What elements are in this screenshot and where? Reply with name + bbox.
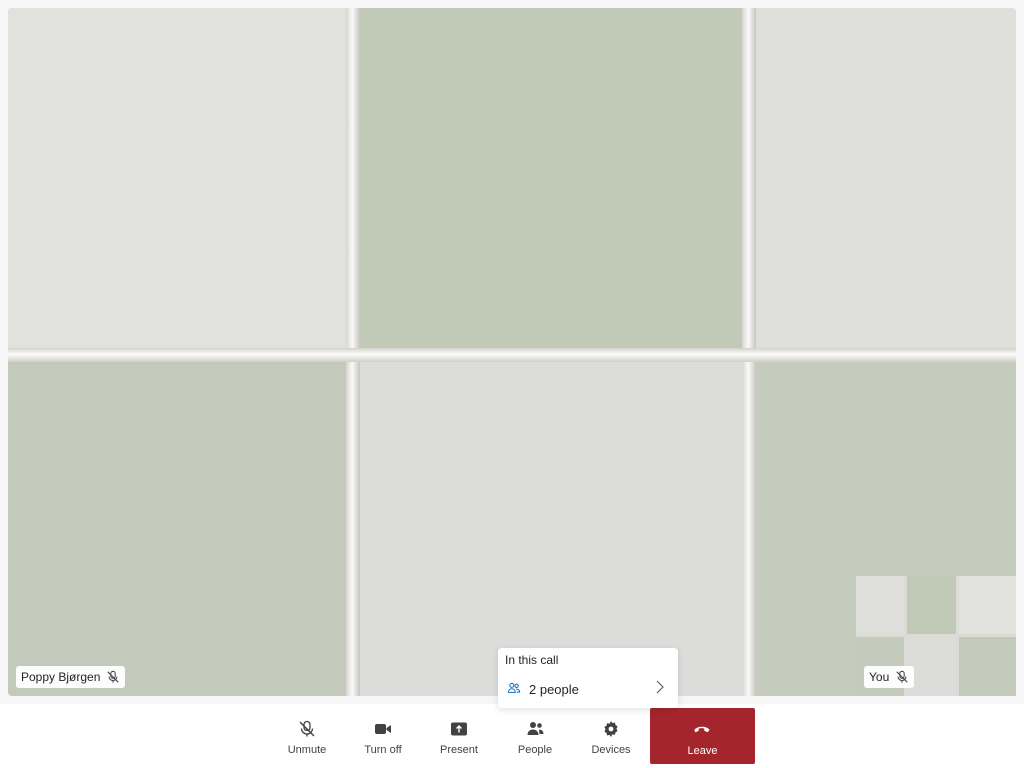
video-tile [907,637,956,696]
video-tile [360,8,746,352]
camera-toggle-button[interactable]: Turn off [345,708,421,764]
leave-label: Leave [687,745,718,757]
mic-off-icon [896,670,908,683]
leave-button[interactable]: Leave [650,708,755,764]
video-tile [856,576,904,634]
self-name: You [869,670,890,684]
popup-title: In this call [505,653,559,667]
present-label: Present [440,744,478,756]
mic-off-icon [107,670,120,683]
participant-name: Poppy Bjørgen [21,670,101,684]
people-label: People [517,744,553,756]
devices-button[interactable]: Devices [573,708,649,764]
people-icon [527,722,544,735]
video-tile [360,360,746,696]
chevron-right-icon [656,680,664,694]
video-tile [756,8,1016,352]
in-call-popup: In this call 2 people [498,648,678,708]
gear-icon [604,721,618,737]
present-button[interactable]: Present [421,708,497,764]
unmute-button[interactable]: Unmute [269,708,345,764]
video-tile [959,576,1016,634]
devices-label: Devices [591,744,631,756]
video-tile [8,8,350,352]
unmute-label: Unmute [287,744,327,756]
self-name-tag: You [864,666,915,688]
self-video-preview[interactable]: You [856,576,1016,696]
video-tile [8,360,350,696]
camera-icon [375,724,391,734]
camera-label: Turn off [364,744,402,756]
call-toolbar: Unmute Turn off Present People Devices L… [0,704,1024,768]
tile-grout [8,348,1016,362]
participant-name-tag: Poppy Bjørgen [16,666,126,688]
share-screen-icon [451,722,467,736]
participants-count: 2 people [529,682,579,697]
mic-off-icon [299,720,315,737]
people-button[interactable]: People [497,708,573,764]
participants-count-row[interactable]: 2 people [498,676,678,704]
video-tile [907,576,956,634]
people-icon [507,682,521,693]
video-tile [959,637,1016,696]
hang-up-icon [694,726,710,733]
